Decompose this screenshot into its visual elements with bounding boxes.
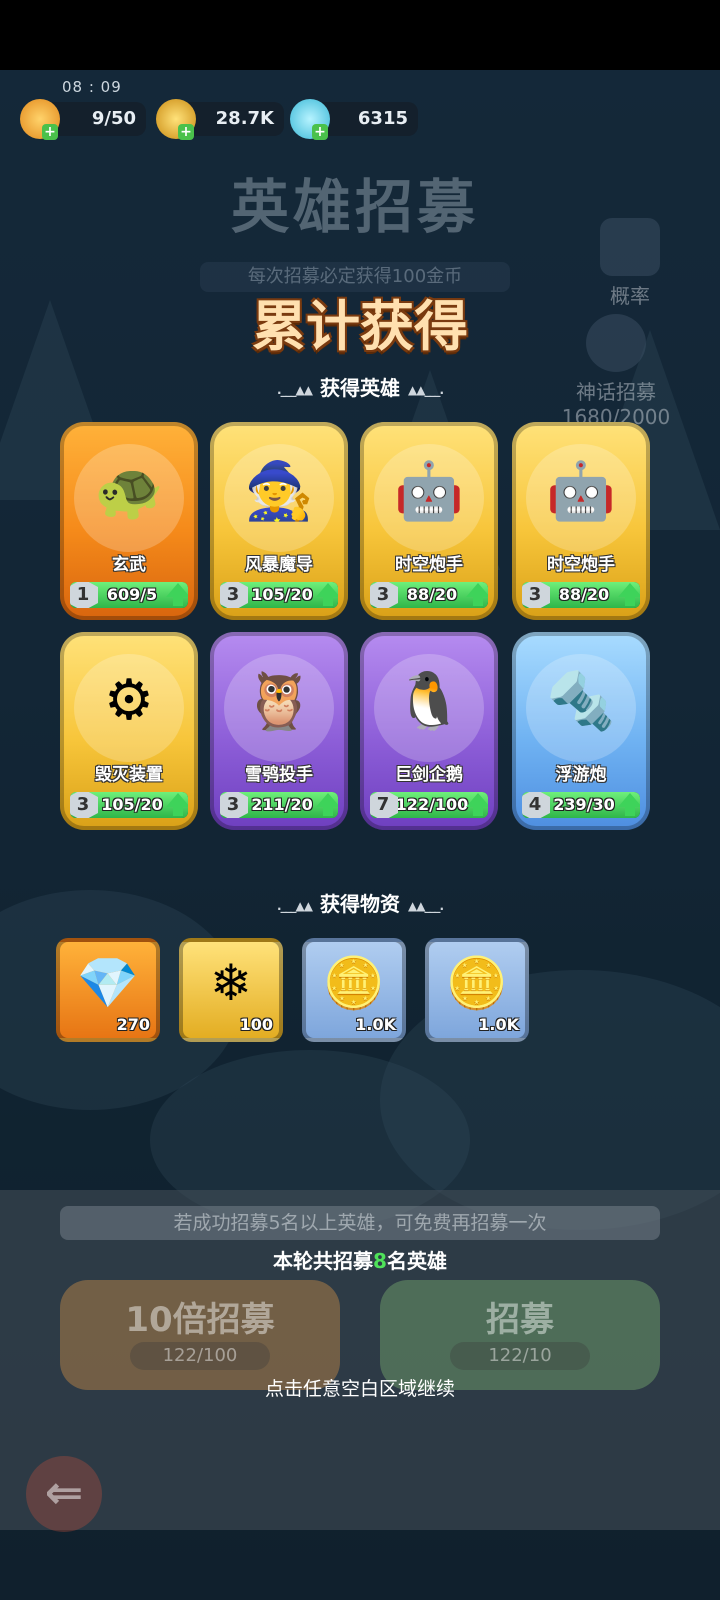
- hero-name: 风暴魔导: [245, 555, 313, 575]
- hero-shard-bar: 239/30 4: [522, 792, 640, 818]
- hero-name: 浮游炮: [555, 765, 607, 785]
- gold-counter[interactable]: + 28.7K: [156, 99, 284, 140]
- hero-name: 巨剑企鹅: [395, 765, 463, 785]
- upgrade-arrow-stem: [323, 596, 333, 606]
- reward-item[interactable]: ❄ 100: [179, 938, 283, 1042]
- stamina-counter[interactable]: + 9/50: [20, 99, 146, 140]
- upgrade-arrow-stem: [173, 596, 183, 606]
- hero-avatar-icon: 🧙: [244, 459, 314, 524]
- hero-shard-progress: 609/5: [106, 585, 158, 604]
- hero-card[interactable]: 🔩 浮游炮 239/30 4: [512, 632, 650, 830]
- item-count: 1.0K: [478, 1015, 519, 1034]
- add-icon[interactable]: +: [178, 124, 194, 140]
- item-count: 100: [239, 1015, 273, 1034]
- upgrade-arrow-stem: [323, 806, 333, 816]
- hero-shard-progress: 105/20: [101, 795, 163, 814]
- hero-level-badge: 3: [370, 582, 398, 608]
- hero-shard-bar: 609/5 1: [70, 582, 188, 608]
- overlay-title: 累计获得: [252, 295, 468, 358]
- hero-name: 毁灭装置: [95, 765, 163, 785]
- divider-icon: ▲▲___.: [408, 898, 444, 913]
- upgrade-arrow-stem: [473, 596, 483, 606]
- add-icon[interactable]: +: [312, 124, 328, 140]
- item-count: 1.0K: [355, 1015, 396, 1034]
- reward-item[interactable]: 💎 270: [56, 938, 160, 1042]
- back-arrow-icon[interactable]: ⇐: [26, 1456, 102, 1532]
- reward-item[interactable]: 🪙 1.0K: [425, 938, 529, 1042]
- add-icon[interactable]: +: [42, 124, 58, 140]
- items-heading: .___▲▲ 获得物资 ▲▲___.: [276, 892, 444, 916]
- hero-level-badge: 3: [522, 582, 550, 608]
- free-recruit-hint: 若成功招募5名以上英雄，可免费再招募一次: [60, 1206, 660, 1240]
- hero-avatar-icon: 🦉: [244, 669, 314, 734]
- hero-level-badge: 3: [220, 582, 248, 608]
- upgrade-arrow-icon: [466, 793, 488, 807]
- hero-shard-progress: 105/20: [251, 585, 313, 604]
- divider-icon: .___▲▲: [276, 382, 313, 397]
- clock: 08 : 09: [62, 78, 122, 96]
- item-count: 270: [116, 1015, 150, 1034]
- upgrade-arrow-icon: [618, 583, 640, 597]
- coin-icon: 🪙: [322, 954, 386, 1012]
- hero-level-badge: 7: [370, 792, 398, 818]
- divider-icon: .___▲▲: [276, 898, 313, 913]
- upgrade-arrow-stem: [173, 806, 183, 816]
- hero-name: 时空炮手: [547, 555, 615, 575]
- hero-name: 雪鸮投手: [245, 765, 313, 785]
- hero-shard-bar: 88/20 3: [370, 582, 488, 608]
- hero-shard-progress: 88/20: [558, 585, 610, 604]
- hero-shard-progress: 88/20: [406, 585, 458, 604]
- hero-name: 玄武: [112, 555, 146, 575]
- crystal-counter[interactable]: + 6315: [290, 99, 418, 140]
- hero-level-badge: 3: [220, 792, 248, 818]
- hero-card[interactable]: 🧙 风暴魔导 105/20 3: [210, 422, 348, 620]
- upgrade-arrow-icon: [316, 583, 338, 597]
- heroes-heading: .___▲▲ 获得英雄 ▲▲___.: [276, 376, 444, 400]
- hero-shard-bar: 105/20 3: [70, 792, 188, 818]
- upgrade-arrow-icon: [316, 793, 338, 807]
- hero-card[interactable]: 🦉 雪鸮投手 211/20 3: [210, 632, 348, 830]
- hero-avatar-icon: 🔩: [546, 669, 616, 734]
- continue-hint[interactable]: 点击任意空白区域继续: [0, 1374, 720, 1401]
- hero-shard-bar: 122/100 7: [370, 792, 488, 818]
- coin-icon: 🪙: [445, 954, 509, 1012]
- hero-avatar-icon: 🐧: [394, 669, 464, 734]
- hero-shard-bar: 105/20 3: [220, 582, 338, 608]
- upgrade-arrow-icon: [166, 793, 188, 807]
- upgrade-arrow-icon: [466, 583, 488, 597]
- hero-avatar-icon: 🤖: [546, 459, 616, 524]
- hero-avatar-icon: ⚙: [103, 668, 155, 733]
- upgrade-arrow-icon: [166, 583, 188, 597]
- divider-icon: ▲▲___.: [408, 382, 444, 397]
- recruit-title: 英雄招募: [230, 173, 479, 241]
- hero-avatar-icon: 🐢: [94, 459, 164, 524]
- hero-shard-bar: 211/20 3: [220, 792, 338, 818]
- hero-card[interactable]: ⚙ 毁灭装置 105/20 3: [60, 632, 198, 830]
- upgrade-arrow-stem: [473, 806, 483, 816]
- hero-level-badge: 3: [70, 792, 98, 818]
- hero-shard-progress: 211/20: [251, 795, 313, 814]
- upgrade-arrow-icon: [618, 793, 640, 807]
- snowflake-crystal-icon: ❄: [210, 954, 252, 1012]
- amber-crystal-icon: 💎: [76, 954, 140, 1012]
- hero-level-badge: 4: [522, 792, 550, 818]
- recruit-10x-cost: 122/100: [130, 1342, 270, 1370]
- recruit-1x-cost: 122/10: [450, 1342, 590, 1370]
- upgrade-arrow-stem: [625, 596, 635, 606]
- hero-card[interactable]: 🤖 时空炮手 88/20 3: [512, 422, 650, 620]
- hero-card[interactable]: 🤖 时空炮手 88/20 3: [360, 422, 498, 620]
- hero-shard-progress: 122/100: [395, 795, 469, 814]
- hero-shard-bar: 88/20 3: [522, 582, 640, 608]
- hero-card[interactable]: 🐢 玄武 609/5 1: [60, 422, 198, 620]
- upgrade-arrow-stem: [625, 806, 635, 816]
- hero-level-badge: 1: [70, 582, 98, 608]
- hero-avatar-icon: 🤖: [394, 459, 464, 524]
- hero-name: 时空炮手: [395, 555, 463, 575]
- round-summary: 本轮共招募8名英雄: [273, 1249, 447, 1273]
- hero-card[interactable]: 🐧 巨剑企鹅 122/100 7: [360, 632, 498, 830]
- document-icon: [600, 218, 660, 276]
- reward-item[interactable]: 🪙 1.0K: [302, 938, 406, 1042]
- hero-shard-progress: 239/30: [553, 795, 615, 814]
